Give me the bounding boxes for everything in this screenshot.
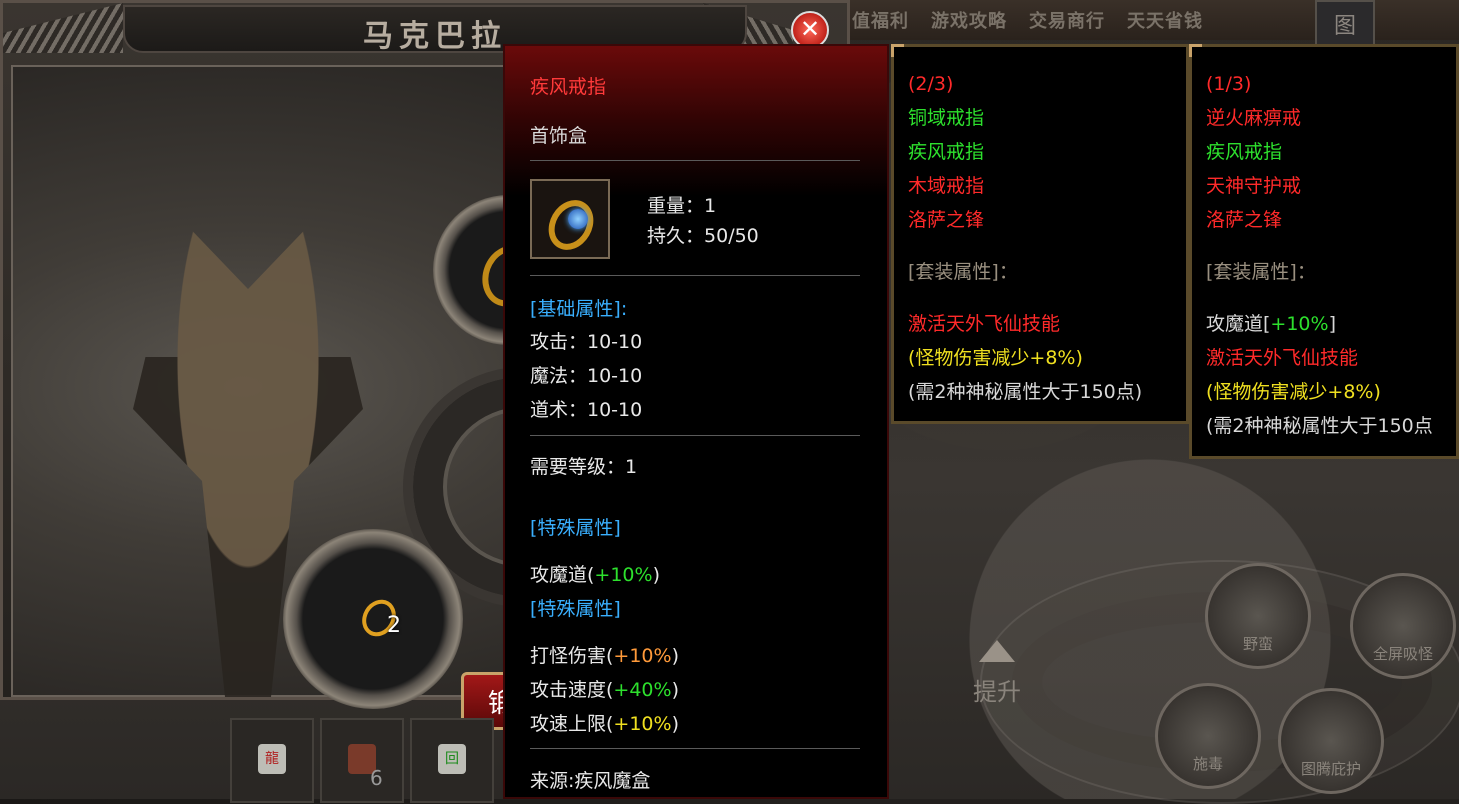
quick-slot-count: 6	[370, 766, 383, 790]
gem-icon	[568, 209, 588, 229]
set-item: 洛萨之锋	[1206, 209, 1283, 231]
set-count: (1/3)	[1206, 73, 1252, 95]
quick-item-bar: 龍 6 回	[230, 718, 500, 803]
upgrade-label: 提升	[973, 678, 1021, 706]
map-button[interactable]: 图	[1315, 0, 1375, 48]
magic-stat: 魔法：10-10	[530, 365, 643, 387]
set-bonus-panel-1: (2/3) 铜域戒指 疾风戒指 木域戒指 洛萨之锋 [套装属性]： 激活天外飞仙…	[891, 44, 1189, 424]
nav-daily-save[interactable]: 天天省钱	[1127, 7, 1203, 33]
poison-skill-button[interactable]: 施毒	[1155, 683, 1261, 789]
set-item: 洛萨之锋	[908, 209, 985, 231]
set-attr-header: [套装属性]：	[1206, 261, 1316, 283]
set-attr-header: [套装属性]：	[908, 261, 1018, 283]
divider	[530, 160, 860, 161]
wild-skill-label: 野蛮	[1242, 635, 1273, 653]
return-scroll-icon: 回	[438, 744, 466, 774]
fullscreen-absorb-label: 全屏吸怪	[1372, 645, 1433, 663]
item-source: 来源:疾风魔盒	[530, 770, 651, 792]
base-attr-header: [基础属性]:	[530, 298, 628, 320]
divider	[530, 275, 860, 276]
set-bonus-line: (怪物伤害减少+8%)	[1206, 381, 1381, 403]
attack-speed-stat: 攻击速度(+40%)	[530, 679, 679, 701]
set-count: (2/3)	[908, 73, 954, 95]
wild-skill-button[interactable]: 野蛮	[1205, 563, 1311, 669]
left-wing-ornament	[3, 3, 123, 53]
corner-ornament	[1189, 44, 1202, 57]
set-bonus-line: 激活天外飞仙技能	[1206, 347, 1359, 369]
quick-slot-3[interactable]: 回	[410, 718, 494, 803]
item-tooltip: 疾风戒指 首饰盒 重量：1 持久：50/50 [基础属性]: 攻击：10-10 …	[503, 44, 889, 799]
special-attr-line: 攻魔道(+10%)	[530, 564, 660, 586]
set-item: 疾风戒指	[908, 141, 985, 163]
durability-stat: 持久：50/50	[647, 225, 759, 247]
equipment-slot-bottom[interactable]: 2	[283, 529, 463, 709]
set-bonus-line: (需2种神秘属性大于150点)	[908, 381, 1143, 403]
divider	[530, 435, 860, 436]
item-icon-frame	[530, 179, 610, 259]
attack-speed-cap-stat: 攻速上限(+10%)	[530, 713, 679, 735]
attack-stat: 攻击：10-10	[530, 331, 643, 353]
upgrade-button[interactable]: 提升	[952, 630, 1042, 720]
taoism-stat: 道术：10-10	[530, 399, 643, 421]
poison-skill-label: 施毒	[1192, 755, 1223, 773]
required-level: 需要等级：1	[530, 456, 638, 478]
quick-slot-1[interactable]: 龍	[230, 718, 314, 803]
dragon-scroll-icon: 龍	[258, 744, 286, 774]
nav-welfare[interactable]: 值福利	[852, 7, 909, 33]
set-bonus-line: 激活天外飞仙技能	[908, 313, 1061, 335]
set-bonus-panel-2: (1/3) 逆火麻痹戒 疾风戒指 天神守护戒 洛萨之锋 [套装属性]： 攻魔道[…	[1189, 44, 1459, 459]
nav-trade-market[interactable]: 交易商行	[1029, 7, 1105, 33]
set-item: 逆火麻痹戒	[1206, 107, 1302, 129]
set-item: 铜域戒指	[908, 107, 985, 129]
fullscreen-absorb-button[interactable]: 全屏吸怪	[1350, 573, 1456, 679]
weight-stat: 重量：1	[647, 195, 717, 217]
set-bonus-line: (需2种神秘属性大于150点	[1206, 415, 1433, 437]
set-item: 疾风戒指	[1206, 141, 1283, 163]
item-type: 首饰盒	[530, 125, 588, 147]
set-bonus-line: 攻魔道[+10%]	[1206, 313, 1336, 335]
nav-game-guide[interactable]: 游戏攻略	[931, 7, 1007, 33]
quick-slot-2[interactable]: 6	[320, 718, 404, 803]
slot-item-count: 2	[387, 613, 401, 638]
set-item: 木域戒指	[908, 175, 985, 197]
corner-ornament	[891, 44, 904, 57]
totem-protect-button[interactable]: 图腾庇护	[1278, 688, 1384, 794]
item-name: 疾风戒指	[530, 76, 607, 98]
up-arrow-icon	[979, 640, 1015, 662]
set-item: 天神守护戒	[1206, 175, 1302, 197]
divider	[530, 748, 860, 749]
totem-protect-label: 图腾庇护	[1300, 760, 1361, 778]
monster-damage-stat: 打怪伤害(+10%)	[530, 645, 679, 667]
special-attr-header: [特殊属性]	[530, 517, 621, 539]
special-attr-header: [特殊属性]	[530, 598, 621, 620]
set-bonus-line: (怪物伤害减少+8%)	[908, 347, 1083, 369]
